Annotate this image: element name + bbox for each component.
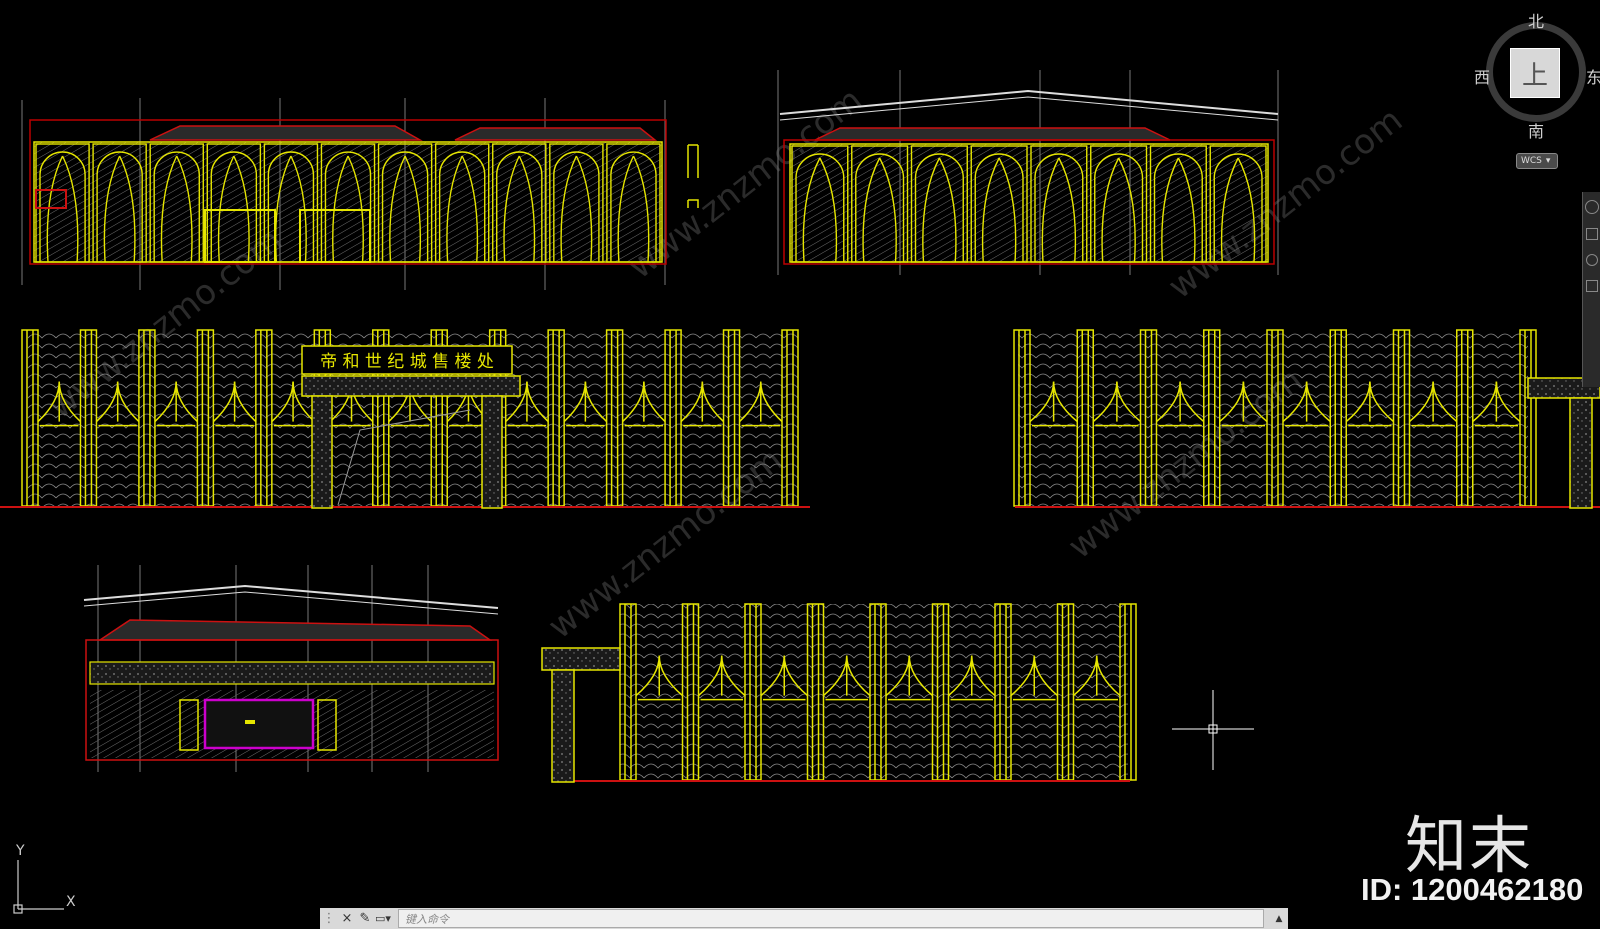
zoom-icon[interactable] (1586, 254, 1598, 266)
elevation-bottom-middle (541, 603, 1137, 783)
compass-north[interactable]: 北 (1528, 8, 1544, 32)
compass-east[interactable]: 东 (1586, 64, 1600, 88)
ucs-x-label: X (66, 894, 76, 910)
command-line-bar[interactable]: ⋮ × ✎ ▭▾ 键入命令 ▲ (320, 908, 1288, 929)
elevation-middle-left: 帝 和 世 纪 城 售 楼 处 (0, 329, 810, 509)
viewcube-top-face[interactable]: 上 (1510, 48, 1560, 98)
chevron-up-icon[interactable]: ▲ (1270, 914, 1288, 924)
compass-south[interactable]: 南 (1528, 118, 1544, 142)
pan-icon[interactable] (1586, 228, 1598, 240)
ucs-icon (13, 860, 64, 914)
command-placeholder: 键入命令 (405, 912, 449, 926)
navigation-bar[interactable] (1582, 192, 1600, 387)
cad-drawing-canvas[interactable]: www.znzmo.com www.znzmo.com www.znzmo.co… (0, 0, 1600, 929)
compass-west[interactable]: 西 (1474, 64, 1490, 88)
signboard-text: 帝 和 世 纪 城 售 楼 处 (320, 352, 494, 372)
crosshair-cursor (1172, 690, 1254, 770)
wrench-icon[interactable]: ✎ (356, 911, 374, 926)
steering-wheel-icon[interactable] (1585, 200, 1599, 214)
grip-handle[interactable]: ⋮ (320, 911, 338, 926)
chevron-down-icon: ▾ (1545, 156, 1551, 166)
wcs-menu-button[interactable]: WCS ▾ (1516, 153, 1558, 169)
wcs-label: WCS (1521, 156, 1542, 166)
close-icon[interactable]: × (338, 911, 356, 926)
elevation-middle-right (1013, 329, 1600, 509)
viewcube[interactable]: 上 北 南 西 东 (1474, 12, 1600, 142)
ucs-y-label: Y (16, 843, 25, 859)
elevation-top-left (21, 98, 667, 290)
command-input[interactable]: 键入命令 (398, 909, 1264, 928)
command-history-icon[interactable]: ▭▾ (374, 912, 392, 925)
resource-id: ID: 1200462180 (1361, 872, 1584, 907)
orbit-icon[interactable] (1586, 280, 1598, 292)
elevation-bottom-left (83, 565, 499, 772)
